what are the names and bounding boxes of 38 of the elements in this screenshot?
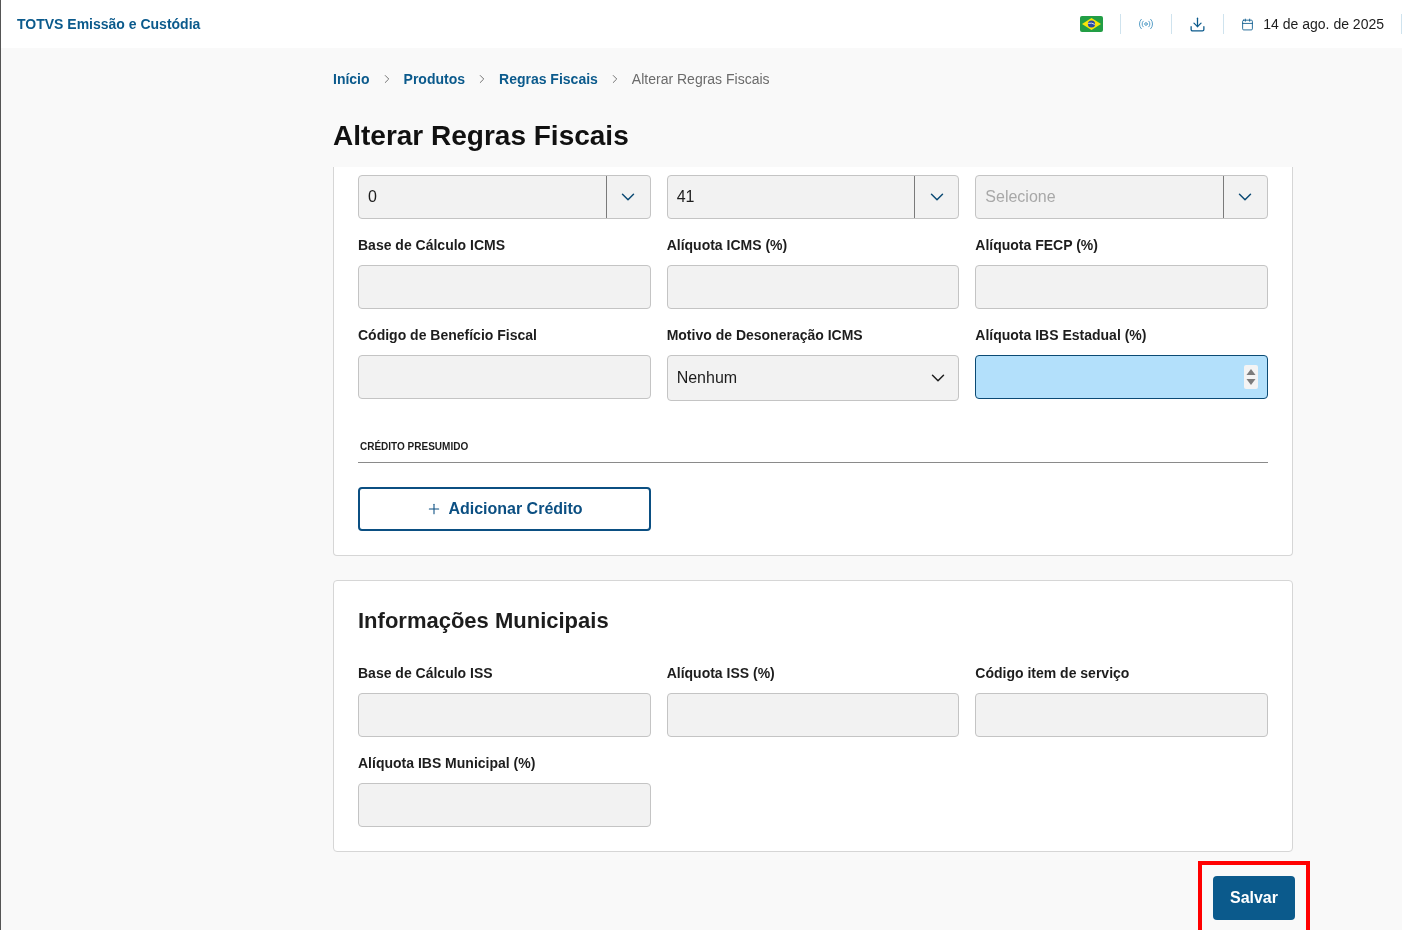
select-field[interactable]: Nenhum	[666, 355, 960, 401]
breadcrumb-current: Alterar Regras Fiscais	[631, 70, 770, 89]
field-label: Alíquota ICMS (%)	[666, 236, 789, 255]
input-field[interactable]	[358, 355, 651, 399]
stepper-arrows-icon[interactable]	[1244, 365, 1258, 389]
field-label: Base de Cálculo ICMS	[358, 236, 507, 255]
section-heading: CRÉDITO PRESUMIDO	[360, 441, 469, 452]
combo-field[interactable]: 0	[358, 175, 651, 219]
breadcrumb-link[interactable]: Início	[333, 69, 370, 89]
page-title: Alterar Regras Fiscais	[333, 119, 630, 153]
section-title: Informações Municipais	[358, 607, 610, 635]
input-field[interactable]	[358, 265, 651, 309]
field-label: Base de Cálculo ISS	[358, 664, 494, 683]
calendar-icon	[1241, 17, 1255, 31]
input-field[interactable]	[975, 693, 1268, 737]
flag-icon[interactable]	[1080, 16, 1104, 32]
field-label: Alíquota ISS (%)	[666, 664, 776, 683]
save-button[interactable]: Salvar	[1212, 876, 1295, 920]
breadcrumb-link[interactable]: Regras Fiscais	[499, 69, 598, 89]
combo-field[interactable]: 41	[666, 175, 960, 219]
input-field[interactable]	[666, 693, 960, 737]
app-title[interactable]: TOTVS Emissão e Custódia	[17, 14, 201, 34]
field-label: Código item de serviço	[975, 664, 1131, 683]
number-field[interactable]	[975, 355, 1268, 399]
broadcast-icon[interactable]	[1138, 16, 1155, 32]
breadcrumb-link[interactable]: Produtos	[403, 69, 465, 89]
input-field[interactable]	[358, 693, 651, 737]
field-label: Alíquota FECP (%)	[975, 236, 1099, 255]
download-icon[interactable]	[1189, 15, 1207, 33]
field-label: Código de Benefício Fiscal	[358, 326, 538, 345]
field-label: Motivo de Desoneração ICMS	[666, 326, 864, 345]
date-text: 14 de ago. de 2025	[1263, 15, 1384, 34]
add-credit-button[interactable]: Adicionar Crédito	[358, 487, 651, 531]
field-label: Alíquota IBS Municipal (%)	[358, 754, 537, 773]
field-label: Alíquota IBS Estadual (%)	[975, 326, 1148, 345]
input-field[interactable]	[975, 265, 1268, 309]
input-field[interactable]	[666, 265, 960, 309]
input-field[interactable]	[358, 783, 651, 827]
